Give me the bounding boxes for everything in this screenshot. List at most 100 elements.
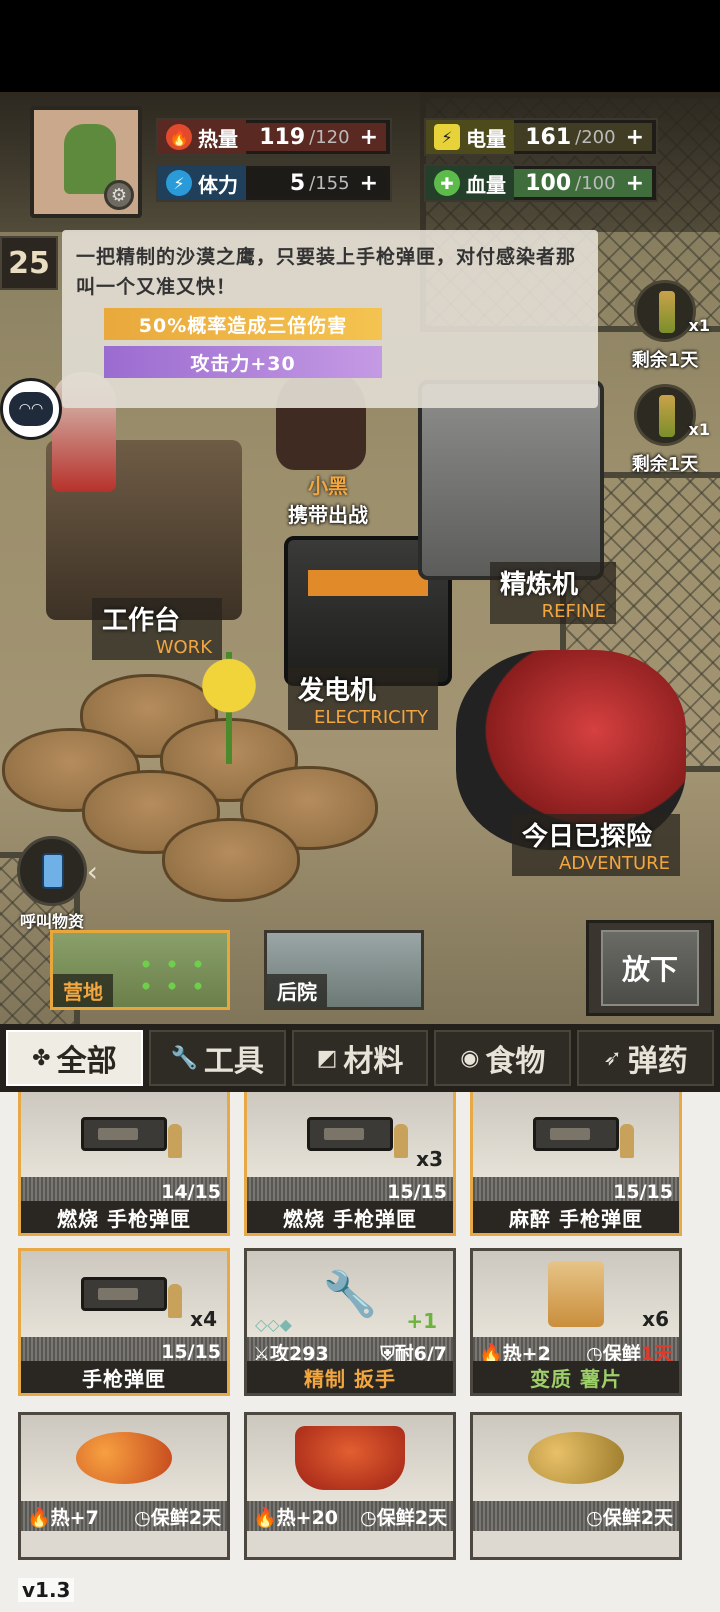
inventory-item[interactable]: ✦✦ x4 15/15 手枪弹匣 [18,1247,230,1396]
stamina-value: 5 [289,170,306,196]
version-label: v1.3 [18,1578,75,1602]
freshness: ◷保鲜2天 [134,1503,221,1530]
item-count: x4 [190,1307,217,1331]
walkie-screen [42,853,64,889]
add-health-button[interactable]: + [626,171,644,196]
add-heat-button[interactable]: + [360,125,378,150]
health-value: 100 [525,170,572,196]
blood-drop-plus-icon: ✚ [434,170,460,196]
inventory-item[interactable]: ✦✦ x3 15/15 燃烧 手枪弹匣 [244,1092,456,1236]
buff-remaining-1: 剩余1天 [631,350,699,371]
gear-icon[interactable]: ⚙ [104,180,134,210]
robot-face: ◠◠ [9,392,53,426]
flame-icon: 🔥 [27,1506,51,1529]
seedlings-icon [133,953,213,993]
heat-gain-value: 热+20 [276,1506,339,1529]
item-ammo-count: 15/15 [161,1341,221,1363]
bullet-icon: ➶ [603,1045,622,1071]
clock-icon: ◷ [586,1506,603,1529]
weapon-tooltip: 一把精制的沙漠之鹰，只要装上手枪弹匣，对付感染者那叫一个又准又快！ 50%概率造… [62,230,598,408]
buff-timer-1[interactable]: x1 剩余1天 [610,280,720,372]
generator-label-en: ELECTRICITY [313,707,428,728]
farm-plot[interactable] [162,818,300,902]
wrench-icon: 🔧 [170,1045,198,1071]
tab-all[interactable]: ✤ 全部 [6,1030,143,1086]
tab-food-label: 食物 [485,1044,546,1079]
level-badge: 25 [0,236,58,290]
buff-qty-2: x1 [688,420,710,439]
refiner-machine[interactable] [418,380,604,580]
area-tab-backyard[interactable]: 后院 [264,930,424,1010]
clock-icon: ◷ [134,1506,151,1529]
tab-ammo-label: 弹药 [627,1044,688,1079]
chevron-left-icon[interactable]: ‹ [87,855,98,888]
inventory-item[interactable]: ✦✦ 14/15 燃烧 手枪弹匣 [18,1092,230,1236]
add-power-button[interactable]: + [626,125,644,150]
put-down-label: 放下 [601,930,699,1006]
freshness: ◷保鲜2天 [360,1503,447,1530]
generator-label-cn: 发电机 [298,676,377,706]
stamina-max: /155 [309,172,350,194]
chips-bag-icon [548,1261,604,1327]
heat-stat: 🔥 热量 119/120 + [156,118,392,156]
freshness: ◷保鲜2天 [586,1503,673,1530]
item-name: 燃烧 手枪弹匣 [21,1201,227,1233]
inventory-item[interactable]: x6 🔥热+2 ◷保鲜1天 变质 薯片 [470,1248,682,1396]
inventory-item[interactable]: ✦✦ 15/15 麻醉 手枪弹匣 [470,1092,682,1236]
item-name: 精制 扳手 [247,1361,453,1393]
add-stamina-button[interactable]: + [360,171,378,196]
buff-timer-2[interactable]: x1 剩余1天 [610,384,720,476]
item-name: 手枪弹匣 [21,1361,227,1393]
oil-bottle-icon [634,384,696,446]
inventory-item[interactable]: ◷保鲜2天 [470,1412,682,1560]
flame-icon: 🔥 [253,1506,277,1529]
stamina-label: 体力 [198,172,238,197]
pistol-magazine-icon [81,1277,182,1318]
tab-food[interactable]: ◉ 食物 [434,1030,572,1086]
heat-value: 119 [259,124,306,150]
item-upgrade-bonus: +1 [406,1309,437,1333]
call-supply-button[interactable]: ‹ 呼叫物资 [4,836,100,932]
power-stat: ⚡ 电量 161/200 + [424,118,658,156]
heat-gain: 🔥热+20 [253,1503,338,1530]
perk-triple-damage: 50%概率造成三倍伤害 [104,308,382,340]
power-value: 161 [525,124,572,150]
workbench-label: 工作台 WORK [92,598,222,660]
tooltip-description: 一把精制的沙漠之鹰，只要装上手枪弹匣，对付感染者那叫一个又准又快！ [76,246,577,298]
tab-ammo[interactable]: ➶ 弹药 [577,1030,714,1086]
dog-action-label[interactable]: 携带出战 [272,499,384,528]
heat-gain-value: 热+7 [50,1506,99,1529]
assistant-robot-icon[interactable]: ◠◠ [0,378,62,440]
area-tab-backyard-label: 后院 [267,974,327,1007]
generator-label: 发电机 ELECTRICITY [288,668,438,730]
pistol-magazine-icon [81,1117,182,1158]
wrench-icon: 🔧 [322,1269,378,1320]
rank-diamonds-icon: ◇◇◆ [255,1315,292,1334]
item-count: x6 [642,1307,669,1331]
freshness-label: 保鲜2天 [150,1506,221,1529]
put-down-button[interactable]: 放下 [586,920,714,1016]
stamina-stat: ⚡ 体力 5/155 + [156,164,392,202]
tab-tools-label: 工具 [203,1044,264,1079]
dog-name: 小黑 [308,474,348,498]
freshness-label: 保鲜2天 [376,1506,447,1529]
inventory-item[interactable]: 🔧 ◇◇◆ +1 ⚔攻293 ⛨耐6/7 精制 扳手 [244,1248,456,1396]
workbench-label-en: WORK [155,637,212,658]
oil-bottle-icon [634,280,696,342]
health-stat: ✚ 血量 100/100 + [424,164,658,202]
area-tab-camp[interactable]: 营地 [50,930,230,1010]
rapeseed-plant[interactable] [190,652,268,764]
tab-tools[interactable]: 🔧 工具 [148,1030,286,1086]
pistol-magazine-icon [307,1117,408,1158]
item-name: 麻醉 手枪弹匣 [473,1201,679,1233]
walkie-talkie-icon: ‹ [17,836,98,906]
material-icon: ◩ [316,1045,338,1071]
item-ammo-count: 15/15 [613,1181,673,1203]
player-avatar[interactable]: ⚙ [30,106,142,218]
inventory-item[interactable]: 🔥热+20 ◷保鲜2天 [244,1412,456,1560]
refiner-label-en: REFINE [541,601,606,622]
inventory-item[interactable]: 🔥热+7 ◷保鲜2天 [18,1412,230,1560]
tab-materials[interactable]: ◩ 材料 [291,1030,429,1086]
item-name: 燃烧 手枪弹匣 [247,1201,453,1233]
item-count: x3 [416,1147,443,1171]
